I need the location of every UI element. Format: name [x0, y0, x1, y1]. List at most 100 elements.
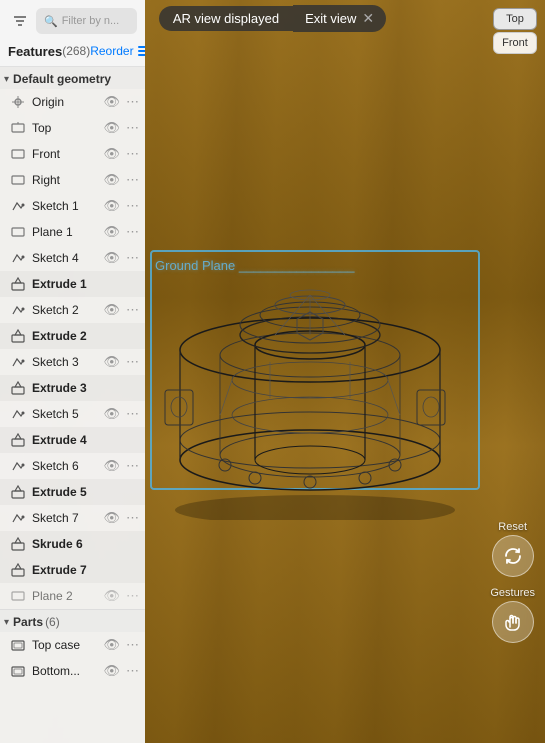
item-label-sketch6: Sketch 6	[32, 459, 99, 473]
reset-button[interactable]	[492, 535, 534, 577]
visibility-icon[interactable]: 👁	[101, 145, 122, 163]
tree-item-sketch7[interactable]: Sketch 7 👁 ⋯	[0, 505, 145, 531]
tree-item-origin[interactable]: Origin 👁 ⋯	[0, 89, 145, 115]
sketch-icon	[8, 197, 28, 215]
sketch-icon	[8, 457, 28, 475]
more-icon[interactable]: ⋯	[124, 93, 141, 111]
reorder-button[interactable]: Reorder	[90, 44, 133, 58]
visibility-icon[interactable]: 👁	[101, 93, 122, 111]
item-label-extrude2: Extrude 2	[32, 329, 141, 343]
exit-view-button[interactable]: Exit view ✕	[293, 5, 386, 32]
visibility-icon[interactable]: 👁	[101, 457, 122, 475]
features-count: (268)	[62, 44, 90, 58]
tree-item-skrude6[interactable]: Skrude 6	[0, 531, 145, 557]
tree-item-top[interactable]: Top 👁 ⋯	[0, 115, 145, 141]
sketch-icon	[8, 249, 28, 267]
reorder-icon[interactable]	[138, 42, 145, 60]
tree-item-extrude2[interactable]: Extrude 2	[0, 323, 145, 349]
item-label-top: Top	[32, 121, 99, 135]
tree-item-extrude7[interactable]: Extrude 7	[0, 557, 145, 583]
tree-content[interactable]: ▾ Default geometry Origin 👁 ⋯	[0, 67, 145, 743]
item-actions-sketch7: 👁 ⋯	[101, 509, 141, 527]
visibility-icon[interactable]: 👁	[101, 662, 122, 680]
tree-item-sketch1[interactable]: Sketch 1 👁 ⋯	[0, 193, 145, 219]
item-label-right: Right	[32, 173, 99, 187]
item-actions-sketch1: 👁 ⋯	[101, 197, 141, 215]
more-icon[interactable]: ⋯	[124, 171, 141, 189]
item-label-top-case: Top case	[32, 638, 99, 652]
item-label-plane1: Plane 1	[32, 225, 99, 239]
front-view-button[interactable]: Front	[493, 32, 537, 54]
item-actions-sketch5: 👁 ⋯	[101, 405, 141, 423]
more-icon[interactable]: ⋯	[124, 405, 141, 423]
extrude-icon	[8, 275, 28, 293]
extrude-icon	[8, 327, 28, 345]
visibility-icon[interactable]: 👁	[101, 119, 122, 137]
visibility-icon[interactable]: 👁	[101, 301, 122, 319]
more-icon[interactable]: ⋯	[124, 509, 141, 527]
tree-item-sketch2[interactable]: Sketch 2 👁 ⋯	[0, 297, 145, 323]
right-controls: Reset Gestures	[490, 521, 535, 643]
plane-icon	[8, 223, 28, 241]
gestures-label: Gestures	[490, 587, 535, 599]
tree-item-sketch4[interactable]: Sketch 4 👁 ⋯	[0, 245, 145, 271]
more-icon[interactable]: ⋯	[124, 587, 141, 605]
more-icon[interactable]: ⋯	[124, 249, 141, 267]
visibility-icon[interactable]: 👁	[101, 197, 122, 215]
more-icon[interactable]: ⋯	[124, 662, 141, 680]
more-icon[interactable]: ⋯	[124, 301, 141, 319]
item-label-sketch7: Sketch 7	[32, 511, 99, 525]
more-icon[interactable]: ⋯	[124, 197, 141, 215]
tree-item-right[interactable]: Right 👁 ⋯	[0, 167, 145, 193]
more-icon[interactable]: ⋯	[124, 223, 141, 241]
item-actions-sketch2: 👁 ⋯	[101, 301, 141, 319]
tree-item-extrude1[interactable]: Extrude 1	[0, 271, 145, 297]
tree-item-sketch5[interactable]: Sketch 5 👁 ⋯	[0, 401, 145, 427]
top-view-button[interactable]: Top	[493, 8, 537, 30]
parts-section-header[interactable]: ▾ Parts (6)	[0, 610, 145, 632]
visibility-icon[interactable]: 👁	[101, 249, 122, 267]
plane-icon	[8, 587, 28, 605]
tree-item-extrude4[interactable]: Extrude 4	[0, 427, 145, 453]
visibility-icon[interactable]: 👁	[101, 223, 122, 241]
default-geometry-section[interactable]: ▾ Default geometry	[0, 67, 145, 89]
tree-item-plane2[interactable]: Plane 2 👁 ⋯	[0, 583, 145, 609]
visibility-icon[interactable]: 👁	[101, 587, 122, 605]
visibility-icon[interactable]: 👁	[101, 636, 122, 654]
visibility-icon[interactable]: 👁	[101, 509, 122, 527]
item-actions-origin: 👁 ⋯	[101, 93, 141, 111]
part-icon	[8, 662, 28, 680]
tree-item-extrude3[interactable]: Extrude 3	[0, 375, 145, 401]
section-title-default-geometry: Default geometry	[13, 72, 111, 86]
tree-item-bottom[interactable]: Bottom... 👁 ⋯	[0, 658, 145, 684]
more-icon[interactable]: ⋯	[124, 353, 141, 371]
item-actions-front: 👁 ⋯	[101, 145, 141, 163]
more-icon[interactable]: ⋯	[124, 145, 141, 163]
tree-item-extrude5[interactable]: Extrude 5	[0, 479, 145, 505]
tree-item-top-case[interactable]: Top case 👁 ⋯	[0, 632, 145, 658]
item-label-front: Front	[32, 147, 99, 161]
visibility-icon[interactable]: 👁	[101, 171, 122, 189]
left-panel: 🔍 Filter by n... Features (268) Reorder …	[0, 0, 145, 743]
item-actions-sketch3: 👁 ⋯	[101, 353, 141, 371]
visibility-icon[interactable]: 👁	[101, 353, 122, 371]
extrude-icon	[8, 431, 28, 449]
plane-icon	[8, 171, 28, 189]
extrude-icon	[8, 379, 28, 397]
more-icon[interactable]: ⋯	[124, 457, 141, 475]
tree-item-front[interactable]: Front 👁 ⋯	[0, 141, 145, 167]
origin-icon	[8, 93, 28, 111]
more-icon[interactable]: ⋯	[124, 636, 141, 654]
more-icon[interactable]: ⋯	[124, 119, 141, 137]
item-actions-right: 👁 ⋯	[101, 171, 141, 189]
tree-item-sketch3[interactable]: Sketch 3 👁 ⋯	[0, 349, 145, 375]
item-label-sketch2: Sketch 2	[32, 303, 99, 317]
gestures-button[interactable]	[492, 601, 534, 643]
sketch-icon	[8, 301, 28, 319]
tree-item-plane1[interactable]: Plane 1 👁 ⋯	[0, 219, 145, 245]
chevron-down-icon: ▾	[4, 74, 9, 85]
item-label-extrude4: Extrude 4	[32, 433, 141, 447]
visibility-icon[interactable]: 👁	[101, 405, 122, 423]
tree-item-sketch6[interactable]: Sketch 6 👁 ⋯	[0, 453, 145, 479]
extrude-icon	[8, 535, 28, 553]
